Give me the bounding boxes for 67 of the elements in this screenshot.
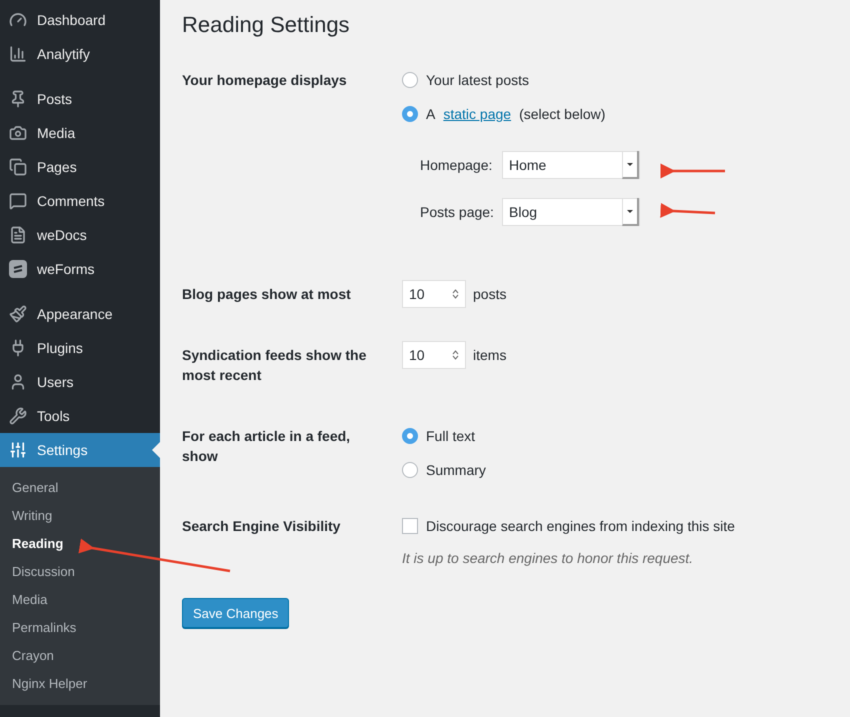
submenu-item[interactable]: Writing [0, 501, 160, 529]
unit-label: posts [473, 286, 506, 302]
menu-item[interactable]: Appearance [0, 297, 160, 331]
gauge-icon [9, 11, 27, 29]
radio-button[interactable] [402, 72, 418, 88]
menu-item[interactable]: Pages [0, 150, 160, 184]
submenu-item[interactable]: Permalinks [0, 613, 160, 641]
setting-label: Blog pages show at most [182, 285, 352, 304]
pin-icon [9, 90, 27, 108]
option-label: Your latest posts [426, 72, 529, 88]
help-note: It is up to search engines to honor this request. [402, 550, 694, 566]
menu-item[interactable]: Plugins [0, 331, 160, 365]
select-label: Posts page: [420, 204, 495, 220]
static-page-link[interactable]: static page [443, 106, 512, 122]
number-field[interactable]: 10 [402, 341, 466, 369]
annotation-arrow [660, 202, 716, 218]
sliders-icon [9, 441, 27, 459]
submenu-item[interactable]: Crayon [0, 641, 160, 669]
option-label: Discourage search engines from indexing this site [426, 518, 735, 534]
menu-item[interactable]: weForms [0, 252, 160, 286]
menu-item[interactable]: Settings [0, 433, 160, 467]
page-select[interactable]: Home [502, 151, 640, 179]
option-label: Summary [426, 462, 486, 478]
setting-label: Syndication feeds show the most recent [182, 346, 368, 385]
caret-icon [622, 151, 639, 179]
menu-item[interactable]: Users [0, 365, 160, 399]
submenu-item[interactable]: Media [0, 585, 160, 613]
setting-label: Your homepage displays [182, 71, 348, 90]
menu-item[interactable]: Analytify [0, 37, 160, 71]
unit-label: items [473, 347, 506, 363]
option-label: Full text [426, 428, 476, 444]
menu-item[interactable]: weDocs [0, 218, 160, 252]
spinner-icon [452, 288, 459, 300]
page-title: Reading Settings [182, 12, 351, 38]
option-label: (select below) [519, 106, 606, 122]
pages-icon [9, 158, 27, 176]
checkbox[interactable] [402, 518, 418, 534]
speech-bubble-icon [9, 192, 27, 210]
page-select[interactable]: Blog [502, 198, 640, 226]
forms-icon [9, 260, 27, 278]
radio-button[interactable] [402, 462, 418, 478]
setting-label: For each article in a feed, show [182, 427, 352, 466]
menu-item[interactable]: Comments [0, 184, 160, 218]
setting-label: Search Engine Visibility [182, 517, 342, 536]
submenu-item[interactable]: Discussion [0, 557, 160, 585]
option-label: A [426, 106, 436, 122]
menu-item[interactable]: Dashboard [0, 3, 160, 37]
radio-button[interactable] [402, 106, 418, 122]
spinner-icon [452, 349, 459, 361]
user-icon [9, 373, 27, 391]
select-label: Homepage: [420, 157, 494, 173]
save-button[interactable]: Save Changes [182, 598, 290, 628]
menu-item[interactable]: Media [0, 116, 160, 150]
paintbrush-icon [9, 305, 27, 323]
bar-chart-icon [9, 45, 27, 63]
menu-item[interactable]: Posts [0, 82, 160, 116]
caret-icon [622, 198, 639, 226]
submenu-item[interactable]: Reading [0, 529, 160, 557]
submenu-item[interactable]: Nginx Helper [0, 669, 160, 697]
wrench-icon [9, 407, 27, 425]
annotation-arrow [660, 164, 725, 178]
submenu-item[interactable]: General [0, 473, 160, 501]
document-icon [9, 226, 27, 244]
camera-icon [9, 124, 27, 142]
menu-item[interactable]: Tools [0, 399, 160, 433]
radio-button[interactable] [402, 428, 418, 444]
number-field[interactable]: 10 [402, 280, 466, 308]
